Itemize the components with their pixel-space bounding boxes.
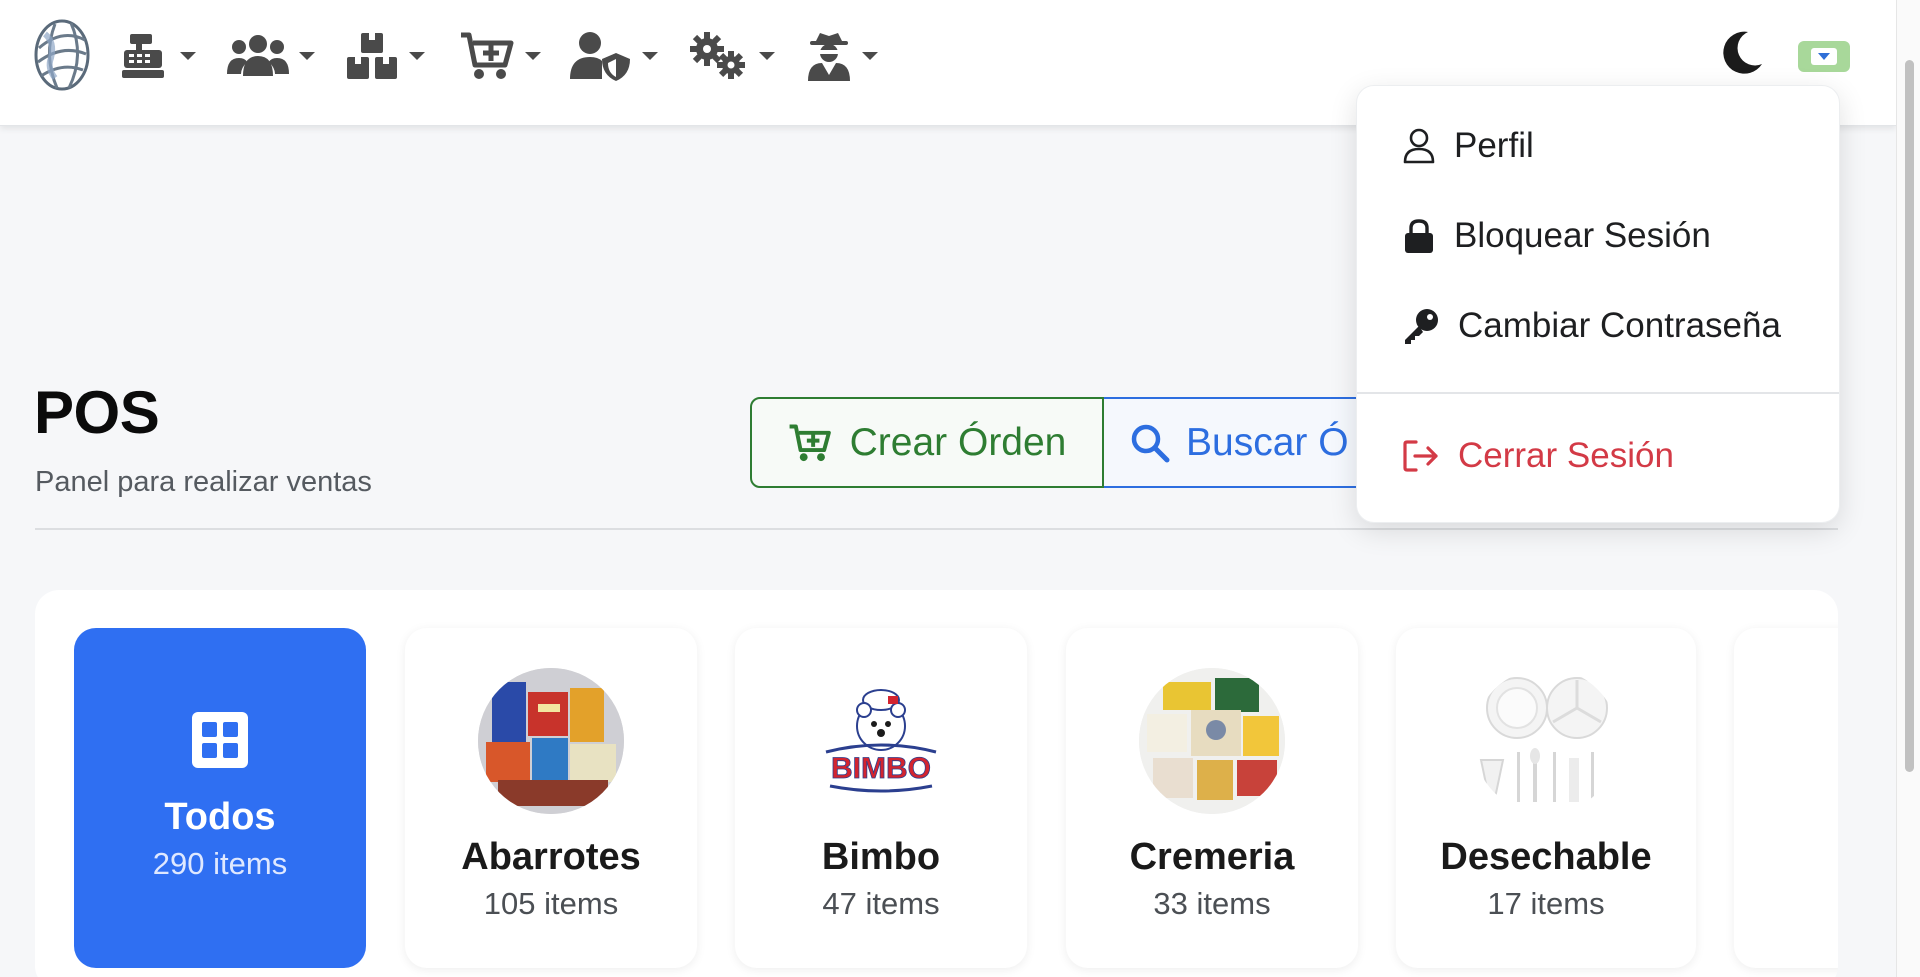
chevron-down-icon [642, 52, 658, 60]
create-order-label: Crear Órden [849, 420, 1067, 464]
header-divider [35, 528, 1838, 530]
category-card-abarrotes[interactable]: Abarrotes 105 items [405, 628, 697, 968]
users-icon [227, 35, 289, 76]
category-name: Abarrotes [461, 836, 641, 878]
user-menu-toggle[interactable] [1798, 41, 1850, 72]
menu-item-change-password[interactable]: Cambiar Contraseña [1402, 306, 1781, 346]
user-secret-icon [808, 33, 850, 81]
chevron-down-icon [180, 52, 196, 60]
cash-register-icon [122, 34, 164, 78]
key-icon [1405, 309, 1438, 344]
scrollbar-thumb[interactable] [1905, 60, 1914, 772]
menu-cash-register[interactable] [120, 28, 196, 84]
menu-users[interactable] [227, 28, 315, 84]
category-name: Desechable [1440, 836, 1652, 878]
chevron-down-icon [862, 52, 878, 60]
globe-logo-icon[interactable] [33, 18, 91, 92]
order-actions: Crear Órden Buscar Ó [750, 397, 1384, 488]
category-name: Cremeria [1129, 836, 1295, 878]
search-order-label: Buscar Ó [1186, 420, 1349, 464]
category-card-partial[interactable] [1734, 628, 1838, 968]
category-count: 290 items [152, 846, 288, 881]
cremeria-image [1139, 668, 1285, 814]
cart-plus-icon [789, 424, 831, 461]
menu-item-label: Bloquear Sesión [1454, 216, 1711, 255]
menu-item-label: Cambiar Contraseña [1458, 306, 1781, 345]
menu-item-label: Perfil [1454, 126, 1534, 165]
caret-down-icon [1811, 48, 1837, 65]
create-order-button[interactable]: Crear Órden [750, 397, 1104, 488]
sign-out-icon [1403, 440, 1438, 472]
chevron-down-icon [409, 52, 425, 60]
menu-item-profile[interactable]: Perfil [1402, 126, 1534, 166]
chevron-down-icon [525, 52, 541, 60]
categories-panel: Todos 290 items Abarrotes 105 items BIMB… [35, 590, 1838, 977]
category-count: 47 items [822, 886, 940, 921]
category-count: 105 items [483, 886, 619, 921]
moon-icon[interactable] [1722, 30, 1764, 74]
chevron-down-icon [299, 52, 315, 60]
abarrotes-image [478, 668, 624, 814]
menu-cogs[interactable] [689, 28, 775, 84]
menu-cart-plus[interactable] [459, 28, 541, 84]
bimbo-logo: BIMBO [808, 668, 954, 814]
category-card-todos[interactable]: Todos 290 items [74, 628, 366, 968]
menu-boxes[interactable] [345, 28, 425, 84]
page-subtitle: Panel para realizar ventas [35, 466, 372, 498]
category-name: Bimbo [821, 836, 941, 878]
chevron-down-icon [759, 52, 775, 60]
grid-icon [192, 712, 248, 768]
menu-item-logout[interactable]: Cerrar Sesión [1402, 436, 1674, 476]
category-card-bimbo[interactable]: BIMBO Bimbo 47 items [735, 628, 1027, 968]
search-order-button[interactable]: Buscar Ó [1104, 397, 1384, 488]
category-name: Todos [164, 796, 276, 838]
user-dropdown-menu: Perfil Bloquear Sesión Cambiar Contraseñ… [1356, 85, 1840, 523]
category-count: 33 items [1153, 886, 1271, 921]
boxes-icon [347, 33, 397, 79]
user-icon [1403, 128, 1435, 164]
menu-item-lock-session[interactable]: Bloquear Sesión [1402, 216, 1711, 256]
bimbo-logo-text: BIMBO [831, 752, 931, 785]
user-shield-icon [570, 32, 630, 81]
category-count: 17 items [1487, 886, 1605, 921]
page-title: POS [34, 379, 160, 446]
lock-icon [1405, 219, 1433, 253]
logout-label: Cerrar Sesión [1458, 436, 1674, 475]
desechable-image [1473, 668, 1619, 814]
category-card-desechable[interactable]: Desechable 17 items [1396, 628, 1696, 968]
category-card-cremeria[interactable]: Cremeria 33 items [1066, 628, 1358, 968]
search-icon [1131, 424, 1170, 462]
menu-user-shield[interactable] [570, 28, 658, 84]
cart-plus-icon [461, 32, 514, 79]
page-scrollbar[interactable] [1896, 0, 1920, 977]
menu-user-secret[interactable] [806, 28, 878, 84]
menu-divider [1357, 392, 1839, 394]
cogs-icon [690, 32, 745, 79]
